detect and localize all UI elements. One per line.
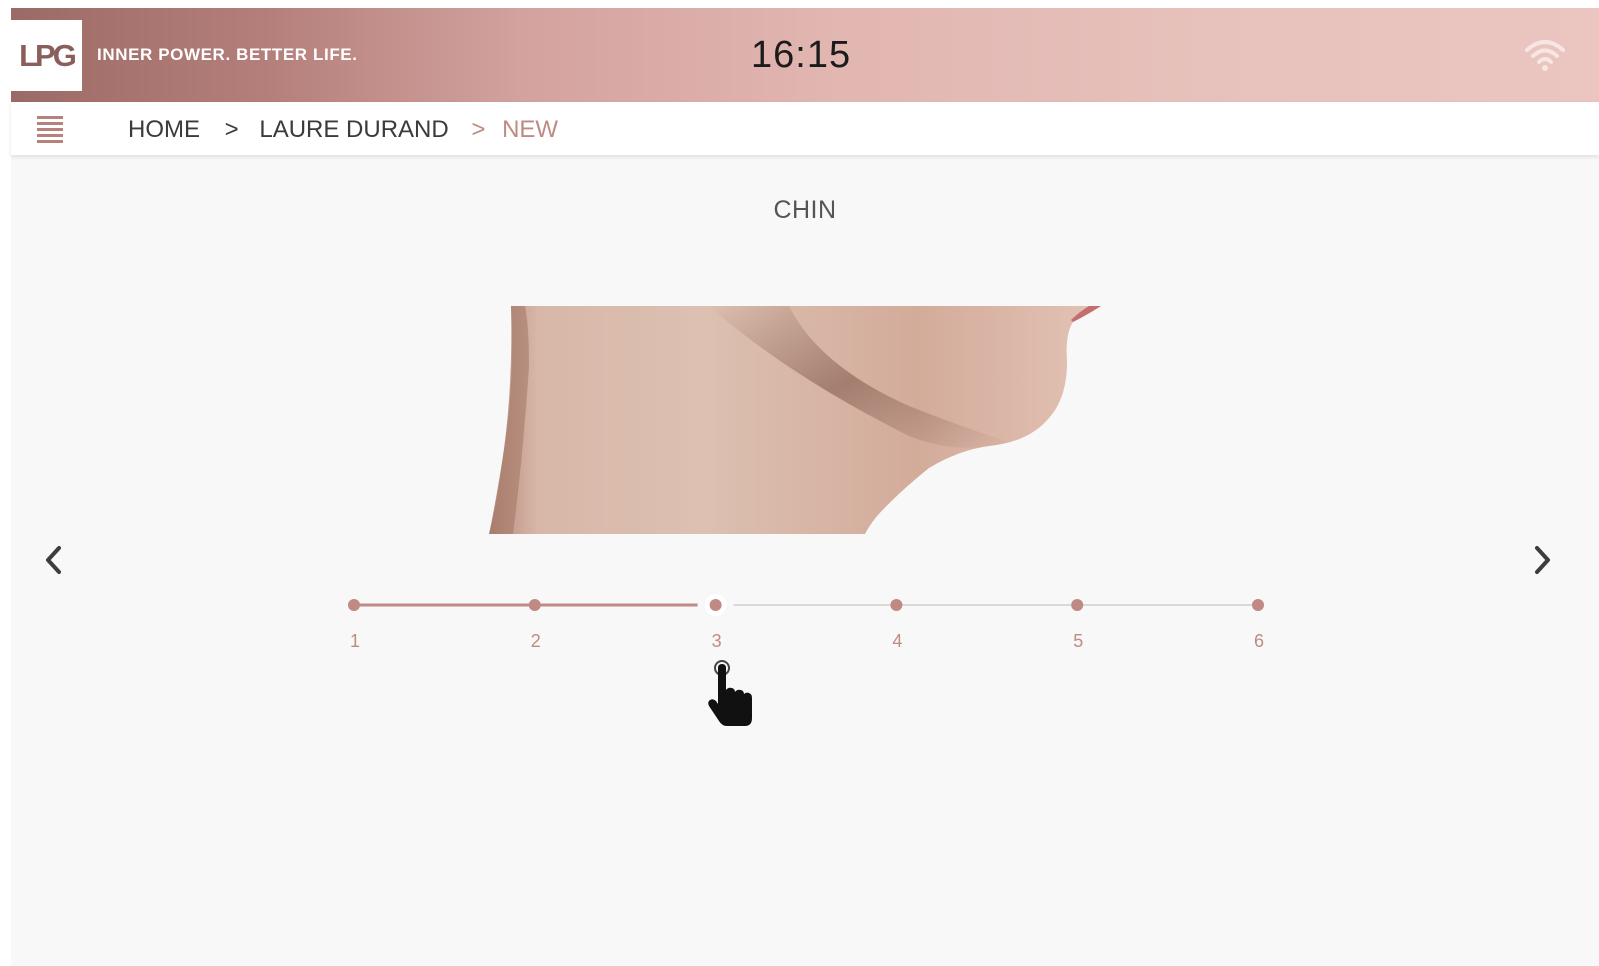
slider-step-label: 2 bbox=[531, 631, 541, 651]
logo-text: LPG bbox=[19, 37, 77, 73]
chevron-left-icon[interactable] bbox=[39, 540, 69, 580]
tagline: INNER POWER. BETTER LIFE. bbox=[97, 45, 358, 64]
slider-step-dot[interactable] bbox=[709, 599, 722, 611]
hamburger-menu-icon[interactable] bbox=[35, 114, 65, 144]
logo: LPG bbox=[11, 20, 82, 91]
slider-step-dot[interactable] bbox=[1252, 599, 1264, 611]
level-slider[interactable]: 1 2 3 4 5 6 bbox=[331, 578, 1271, 668]
slider-step-label: 6 bbox=[1254, 631, 1264, 651]
slider-step-label: 4 bbox=[892, 631, 902, 651]
chevron-right-icon[interactable] bbox=[1527, 540, 1557, 580]
breadcrumb-bar: HOME > LAURE DURAND > NEW bbox=[11, 102, 1599, 155]
wifi-icon bbox=[1525, 40, 1565, 71]
breadcrumb: HOME > LAURE DURAND > NEW bbox=[128, 116, 558, 144]
breadcrumb-current: NEW bbox=[502, 116, 559, 143]
clock: 16:15 bbox=[751, 34, 852, 76]
slider-step-label: 1 bbox=[350, 631, 360, 651]
zone-title: CHIN bbox=[773, 196, 837, 224]
top-strip bbox=[0, 0, 1599, 8]
breadcrumb-client[interactable]: LAURE DURAND bbox=[259, 116, 448, 144]
slider-step-dot[interactable] bbox=[348, 599, 360, 611]
chin-photo bbox=[489, 306, 1101, 534]
slider-step-dot[interactable] bbox=[528, 599, 541, 611]
app-header: LPG INNER POWER. BETTER LIFE. 16:15 bbox=[11, 8, 1599, 102]
slider-step-label: 3 bbox=[712, 631, 722, 651]
breadcrumb-separator: > bbox=[471, 116, 486, 143]
slider-step-dot[interactable] bbox=[890, 599, 903, 611]
slider-step-dot[interactable] bbox=[1071, 599, 1084, 611]
app-window: LPG INNER POWER. BETTER LIFE. 16:15 HOME… bbox=[11, 8, 1599, 966]
slider-step-label: 5 bbox=[1073, 631, 1083, 651]
hand-cursor-icon bbox=[708, 660, 752, 726]
breadcrumb-separator: > bbox=[224, 116, 239, 143]
breadcrumb-home[interactable]: HOME bbox=[128, 116, 200, 144]
